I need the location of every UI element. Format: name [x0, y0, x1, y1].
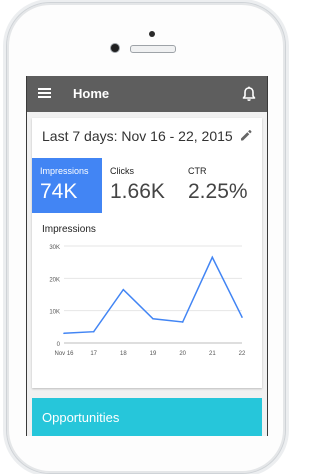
data-point — [122, 288, 125, 291]
data-point — [92, 330, 95, 333]
sensor-lens — [111, 44, 119, 52]
x-tick-label: 19 — [150, 351, 157, 357]
x-tick-label: Nov 16 — [54, 351, 74, 357]
x-tick-label: 20 — [179, 351, 186, 357]
metric-label: CTR — [188, 166, 207, 176]
x-tick-label: 22 — [239, 351, 246, 357]
earpiece-speaker — [130, 45, 176, 53]
y-tick-label: 0 — [57, 342, 61, 348]
x-tick-label: 21 — [209, 351, 216, 357]
data-point — [241, 316, 243, 318]
app-screen: Home Last 7 days: Nov 16 - 22, 2015 Impr… — [26, 76, 268, 436]
y-tick-label: 30K — [49, 245, 60, 251]
page-title: Home — [73, 86, 110, 101]
data-point — [152, 317, 154, 320]
data-point — [181, 321, 184, 323]
performance-card: Last 7 days: Nov 16 - 22, 2015 Impressio… — [32, 118, 262, 388]
opportunities-card[interactable]: Opportunities — [32, 398, 262, 436]
y-tick-label: 10K — [49, 310, 60, 316]
metric-label: Impressions — [40, 166, 89, 176]
x-tick-label: 18 — [120, 351, 127, 357]
metric-label: Clicks — [110, 166, 134, 176]
metric-value: 74K — [40, 180, 78, 203]
front-camera — [149, 31, 155, 37]
impressions-line-chart: 30K 20K 10K 0 Nov 16 17 18 19 20 21 22 — [49, 245, 246, 357]
metric-tab-impressions[interactable]: Impressions 74K — [32, 158, 102, 213]
notifications-bell-icon[interactable] — [242, 86, 256, 102]
x-tick-label: 17 — [90, 351, 97, 357]
metric-tab-ctr[interactable]: CTR 2.25% — [180, 158, 262, 213]
metric-tab-clicks[interactable]: Clicks 1.66K — [102, 158, 180, 213]
opportunities-title: Opportunities — [42, 410, 120, 425]
app-bar: Home — [27, 76, 267, 112]
data-point — [211, 256, 214, 259]
data-point — [63, 332, 65, 335]
hamburger-menu-icon[interactable] — [38, 88, 51, 99]
date-range-label: Last 7 days: Nov 16 - 22, 2015 — [42, 128, 233, 144]
edit-pencil-icon[interactable] — [239, 129, 252, 142]
metric-value: 1.66K — [110, 180, 165, 203]
metric-value: 2.25% — [188, 180, 248, 203]
series-line — [63, 255, 243, 335]
y-tick-label: 20K — [49, 277, 60, 283]
